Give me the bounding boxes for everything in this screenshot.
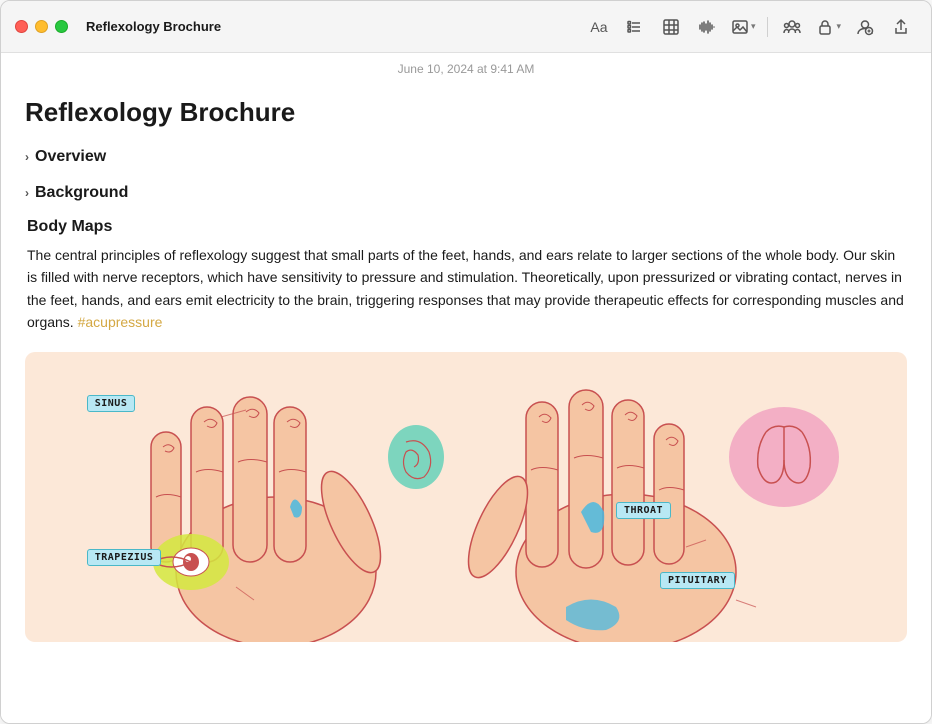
collaborate-button[interactable] [776,11,808,43]
profile-icon [856,18,874,36]
overview-chevron: › [25,150,29,164]
document-date: June 10, 2024 at 9:41 AM [398,62,535,76]
pituitary-label: PITUITARY [660,572,735,589]
outline-button[interactable] [619,11,651,43]
audio-icon [698,18,716,36]
media-icon [731,18,749,36]
trapezius-label: TRAPEZIUS [87,549,162,566]
close-button[interactable] [15,20,28,33]
toolbar: Aa [583,11,917,43]
overview-title: Overview [35,148,106,166]
maximize-button[interactable] [55,20,68,33]
sinus-label: SINUS [87,395,136,412]
body-maps-text: The central principles of reflexology su… [27,244,907,334]
share-button[interactable] [885,11,917,43]
body-maps-section: Body Maps The central principles of refl… [27,218,907,334]
audio-button[interactable] [691,11,723,43]
body-maps-title: Body Maps [27,218,907,236]
lock-icon [816,18,834,36]
font-button[interactable]: Aa [583,11,615,43]
window-title: Reflexology Brochure [86,19,221,34]
document-title: Reflexology Brochure [25,97,907,128]
share-icon [892,18,910,36]
hashtag[interactable]: #acupressure [78,314,163,330]
divider-1 [767,17,768,37]
document-content[interactable]: Reflexology Brochure › Overview › Backgr… [1,85,931,723]
lock-button[interactable]: ▾ [812,11,845,43]
background-title: Background [35,184,128,202]
lock-dropdown-chevron: ▾ [836,21,841,32]
hand-illustration-svg [25,352,907,642]
hand-illustration-container: SINUS TRAPEZIUS THROAT PITUITARY [25,352,907,642]
background-chevron: › [25,186,29,200]
traffic-lights [15,20,68,33]
table-button[interactable] [655,11,687,43]
main-window: Reflexology Brochure Aa [0,0,932,724]
background-section-header[interactable]: › Background [25,182,907,204]
media-dropdown-chevron: ▾ [751,21,756,32]
titlebar: Reflexology Brochure Aa [1,1,931,53]
list-icon [626,18,644,36]
collaborate-icon [783,18,801,36]
table-icon [662,18,680,36]
overview-section-header[interactable]: › Overview [25,146,907,168]
throat-label: THROAT [616,502,671,519]
media-button[interactable]: ▾ [727,11,760,43]
date-bar: June 10, 2024 at 9:41 AM [1,53,931,85]
minimize-button[interactable] [35,20,48,33]
user-profile-button[interactable] [849,11,881,43]
